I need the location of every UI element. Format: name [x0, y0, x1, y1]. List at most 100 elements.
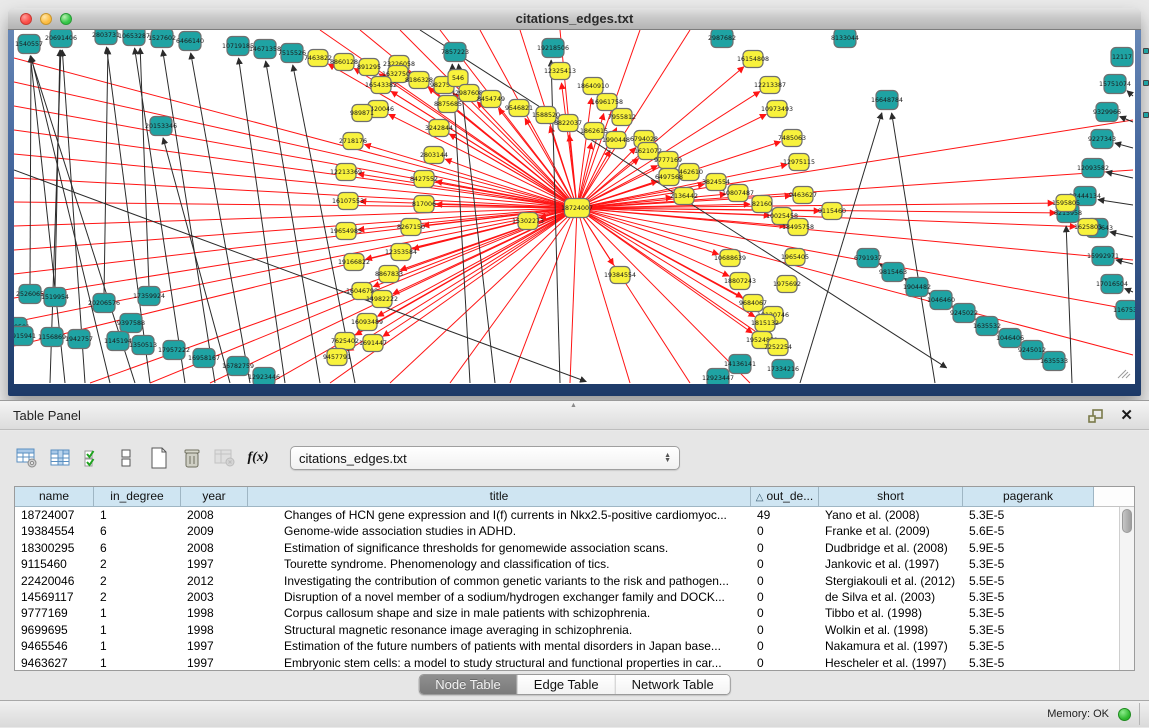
table-cell[interactable]: Changes of HCN gene expression and I(f) …	[248, 507, 751, 523]
table-cell[interactable]: 1997	[181, 556, 248, 572]
graph-node[interactable]: 9115460	[818, 203, 846, 220]
table-row[interactable]: 1830029562008Estimation of significance …	[15, 540, 1119, 556]
graph-node[interactable]: 1942757	[65, 330, 93, 349]
black-edge[interactable]	[140, 48, 149, 288]
table-cell[interactable]: 2009	[181, 523, 248, 539]
table-cell[interactable]: Tibbo et al. (1998)	[819, 605, 963, 621]
graph-node[interactable]: 7252254	[764, 339, 792, 356]
table-cell[interactable]: 5.3E-5	[963, 622, 1094, 638]
graph-node[interactable]: 19654985	[330, 223, 362, 240]
graph-node[interactable]: 8822037	[554, 115, 582, 132]
graph-node[interactable]: 1046406	[996, 329, 1024, 348]
show-columns-button[interactable]	[45, 444, 75, 472]
graph-node[interactable]: 8427552	[410, 171, 438, 188]
table-cell[interactable]: Stergiakouli et al. (2012)	[819, 573, 963, 589]
graph-node[interactable]: 1965405	[781, 249, 809, 266]
graph-node[interactable]: 1625803	[1074, 219, 1102, 236]
close-panel-icon[interactable]: ✕	[1120, 406, 1133, 426]
graph-node[interactable]: 2803144	[420, 147, 448, 164]
table-cell[interactable]: 0	[751, 540, 819, 556]
table-cell[interactable]: Nakamura et al. (1997)	[819, 638, 963, 654]
black-edge[interactable]	[1127, 91, 1133, 96]
graph-node[interactable]: 8875685	[434, 96, 462, 113]
table-cell[interactable]: 2008	[181, 540, 248, 556]
table-row[interactable]: 1456911722003Disruption of a novel membe…	[15, 589, 1119, 605]
graph-node[interactable]: 7857223	[441, 43, 469, 62]
graph-node[interactable]: 9457791	[323, 349, 351, 366]
graph-node[interactable]: 1975692	[773, 276, 801, 293]
create-column-button[interactable]	[144, 444, 174, 472]
table-cell[interactable]: 1998	[181, 605, 248, 621]
table-mode-button[interactable]	[12, 444, 42, 472]
table-cell[interactable]: 0	[751, 523, 819, 539]
graph-node-hub[interactable]: 18724007	[561, 199, 593, 218]
column-header-pagerank[interactable]: pagerank	[963, 487, 1094, 507]
table-cell[interactable]: 5.3E-5	[963, 638, 1094, 654]
table-row[interactable]: 911546021997Tourette syndrome. Phenomeno…	[15, 556, 1119, 572]
graph-node[interactable]: 9815463	[879, 263, 907, 282]
graph-node[interactable]: 7955812	[608, 109, 636, 126]
graph-node[interactable]: 1540557	[15, 35, 43, 54]
table-cell[interactable]: 1	[94, 507, 181, 523]
graph-node[interactable]: 989871	[350, 105, 374, 122]
row-height-button[interactable]	[111, 444, 141, 472]
table-cell[interactable]: 1	[94, 622, 181, 638]
red-edge[interactable]	[14, 154, 577, 208]
graph-node[interactable]: 19166822	[338, 254, 370, 271]
graph-node[interactable]: 1156869	[38, 328, 66, 347]
graph-node[interactable]: 1635532	[973, 317, 1001, 336]
graph-node[interactable]: 9684067	[739, 295, 767, 312]
table-cell[interactable]: 5.3E-5	[963, 605, 1094, 621]
column-header-short[interactable]: short	[819, 487, 963, 507]
graph-node[interactable]: 817006	[412, 196, 436, 213]
window-titlebar[interactable]: citations_edges.txt	[8, 8, 1141, 30]
graph-node[interactable]: 12325413	[544, 63, 576, 80]
graph-node[interactable]: 9463627	[789, 187, 817, 204]
red-edge[interactable]	[577, 208, 1133, 260]
black-edge[interactable]	[104, 48, 108, 295]
table-cell[interactable]: Genome-wide association studies in ADHD.	[248, 523, 751, 539]
table-scrollbar[interactable]	[1119, 507, 1134, 670]
panel-splitter-handle[interactable]: ▲	[570, 402, 577, 409]
table-cell[interactable]: Estimation of the future numbers of pati…	[248, 638, 751, 654]
graph-node[interactable]: 12093582	[1077, 159, 1109, 178]
column-header-title[interactable]: title	[248, 487, 751, 507]
graph-node[interactable]: 16154808	[737, 51, 769, 68]
graph-node[interactable]: 891295	[357, 59, 381, 76]
graph-node[interactable]: 1691447	[359, 335, 387, 352]
table-cell[interactable]: 1	[94, 605, 181, 621]
table-cell[interactable]: 0	[751, 638, 819, 654]
column-header-out_de[interactable]: △out_de...	[751, 487, 819, 507]
graph-node[interactable]: 82160	[752, 196, 772, 213]
graph-node[interactable]: 12213387	[754, 77, 786, 94]
table-cell[interactable]: 2003	[181, 589, 248, 605]
table-cell[interactable]: 2	[94, 573, 181, 589]
black-edge[interactable]	[14, 170, 586, 382]
table-cell[interactable]: de Silva et al. (2003)	[819, 589, 963, 605]
table-cell[interactable]: 2012	[181, 573, 248, 589]
table-cell[interactable]: Estimation of significance thresholds fo…	[248, 540, 751, 556]
table-cell[interactable]: 2008	[181, 507, 248, 523]
red-edge[interactable]	[577, 208, 1133, 355]
black-edge[interactable]	[458, 64, 495, 383]
black-edge[interactable]	[1110, 232, 1133, 237]
table-cell[interactable]: 0	[751, 589, 819, 605]
table-cell[interactable]: 0	[751, 605, 819, 621]
table-cell[interactable]: 1998	[181, 622, 248, 638]
table-row[interactable]: 969969511998Structural magnetic resonanc…	[15, 622, 1119, 638]
table-cell[interactable]: Disruption of a novel member of a sodium…	[248, 589, 751, 605]
graph-node[interactable]: 6791937	[854, 249, 882, 268]
table-cell[interactable]: Investigating the contribution of common…	[248, 573, 751, 589]
graph-node[interactable]: 9546821	[505, 100, 533, 117]
table-row[interactable]: 1872400712008Changes of HCN gene express…	[15, 507, 1119, 523]
table-cell[interactable]: 1	[94, 638, 181, 654]
function-builder-button[interactable]: f(x)	[243, 444, 273, 472]
graph-node[interactable]: 1990448	[602, 132, 630, 149]
graph-node[interactable]: 20691406	[45, 30, 77, 48]
graph-node[interactable]: 18640910	[577, 78, 609, 95]
graph-node[interactable]: 6497568	[655, 169, 683, 186]
graph-node[interactable]: 8133044	[831, 30, 859, 48]
table-cell[interactable]: Jankovic et al. (1997)	[819, 556, 963, 572]
graph-node[interactable]: 9245012	[1018, 341, 1046, 360]
graph-node[interactable]: 7515526	[278, 44, 306, 63]
